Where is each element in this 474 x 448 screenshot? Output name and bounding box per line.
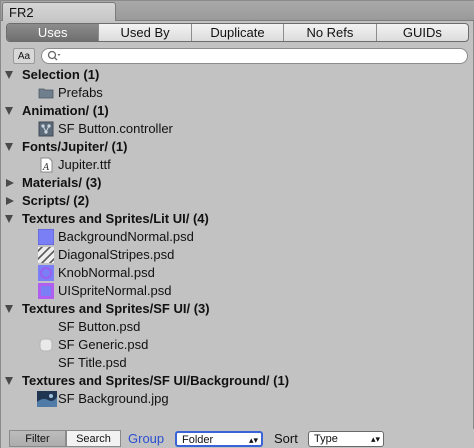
tree-group-row[interactable]: Scripts/ (2): [1, 192, 474, 210]
expanded-arrow-icon[interactable]: [5, 71, 13, 79]
tree-group-label: Materials/ (3): [22, 175, 102, 190]
tree-item-row[interactable]: Prefabs: [1, 84, 474, 102]
folder-icon: [38, 85, 54, 101]
tree-item-row[interactable]: SF Background.jpg: [1, 390, 474, 408]
tree-item-row[interactable]: SF Button.controller: [1, 120, 474, 138]
tree-item-row[interactable]: SF Title.psd: [1, 354, 474, 372]
sort-dropdown-value: Type: [314, 433, 338, 445]
animator-controller-icon: [38, 121, 54, 137]
tree-group-label: Textures and Sprites/Lit UI/ (4): [22, 211, 209, 226]
tab-no-refs[interactable]: No Refs: [283, 24, 375, 41]
tab-duplicate[interactable]: Duplicate: [190, 24, 283, 41]
tree-item-row[interactable]: UISpriteNormal.psd: [1, 282, 474, 300]
tree-item-row[interactable]: SF Button.psd: [1, 318, 474, 336]
blank-sprite-icon: [38, 319, 54, 335]
rounded-sprite-icon: [38, 337, 54, 353]
tree-item-label: SF Background.jpg: [58, 391, 169, 406]
tree-group-label: Textures and Sprites/SF UI/Background/ (…: [22, 373, 290, 388]
tree-group-label: Animation/ (1): [22, 103, 109, 118]
window-title-tab[interactable]: FR2: [2, 2, 116, 21]
tree-item-label: Jupiter.ttf: [58, 157, 111, 172]
filter-button[interactable]: Filter: [9, 430, 66, 447]
group-dropdown[interactable]: Folder ▴▾: [175, 431, 263, 447]
texture-blue-icon: [37, 228, 55, 246]
tree-item-row[interactable]: A Jupiter.ttf: [1, 156, 474, 174]
group-dropdown-value: Folder: [182, 434, 214, 446]
tree-group-label: Textures and Sprites/SF UI/ (3): [22, 301, 210, 316]
collapsed-arrow-icon[interactable]: [6, 179, 14, 187]
tree-item-row[interactable]: DiagonalStripes.psd: [1, 240, 474, 270]
svg-text:A: A: [42, 163, 50, 173]
tree-item-label: SF Generic.psd: [58, 337, 149, 352]
mode-tabs: Uses Used By Duplicate No Refs GUIDs: [6, 23, 469, 42]
tree-group-row[interactable]: Textures and Sprites/SF UI/ (3): [1, 300, 474, 318]
tree-item-label: BackgroundNormal.psd: [58, 229, 194, 244]
expanded-arrow-icon[interactable]: [5, 107, 13, 115]
tree-group-row[interactable]: Fonts/Jupiter/ (1): [1, 138, 474, 156]
sort-label: Sort: [274, 431, 298, 446]
expanded-arrow-icon[interactable]: [5, 143, 13, 151]
tree-group-label: Fonts/Jupiter/ (1): [22, 139, 128, 154]
background-image-icon: [37, 391, 57, 407]
tree-item-row[interactable]: BackgroundNormal.psd: [1, 228, 474, 246]
search-row: Aa: [1, 46, 474, 66]
tree-item-label: Prefabs: [58, 85, 103, 100]
search-button[interactable]: Search: [66, 430, 121, 447]
case-sensitive-toggle[interactable]: Aa: [13, 48, 35, 64]
tree-group-label: Selection (1): [22, 67, 100, 82]
texture-knob-icon: [38, 265, 54, 281]
tree-group-row[interactable]: Animation/ (1): [1, 102, 474, 120]
tree-item-label: KnobNormal.psd: [58, 265, 155, 280]
fr2-window: FR2 Uses Used By Duplicate No Refs GUIDs…: [0, 0, 474, 448]
search-input[interactable]: [41, 48, 468, 64]
tab-used-by[interactable]: Used By: [98, 24, 190, 41]
bottom-toolbar: Filter Search Group Folder ▴▾ Sort Type …: [1, 429, 474, 448]
texture-stripes-icon: [31, 240, 61, 270]
tree-item-label: UISpriteNormal.psd: [58, 283, 172, 298]
tree-item-label: SF Title.psd: [58, 355, 127, 370]
tree-item-label: SF Button.controller: [58, 121, 173, 136]
tree-group-label: Scripts/ (2): [22, 193, 90, 208]
tree-group-row[interactable]: Textures and Sprites/SF UI/Background/ (…: [1, 372, 474, 390]
tree-group-row[interactable]: Materials/ (3): [1, 174, 474, 192]
tree-group-row[interactable]: Selection (1): [1, 66, 474, 84]
blank-sprite-icon: [38, 355, 54, 371]
expanded-arrow-icon[interactable]: [5, 305, 13, 313]
group-label: Group: [128, 431, 165, 446]
reference-tree: Selection (1) Prefabs Animation/ (1) SF But…: [1, 66, 474, 426]
tree-item-label: DiagonalStripes.psd: [58, 247, 175, 262]
tree-item-row[interactable]: KnobNormal.psd: [1, 264, 474, 282]
font-file-icon: A: [38, 157, 54, 173]
collapsed-arrow-icon[interactable]: [6, 197, 14, 205]
dropdown-arrows-icon: ▴▾: [248, 435, 258, 445]
title-bar: FR2: [1, 1, 474, 21]
expanded-arrow-icon[interactable]: [5, 377, 13, 385]
search-icon: [47, 50, 61, 61]
tree-item-label: SF Button.psd: [58, 319, 141, 334]
tree-group-row[interactable]: Textures and Sprites/Lit UI/ (4): [1, 210, 474, 228]
tab-guids[interactable]: GUIDs: [375, 24, 468, 41]
tree-item-row[interactable]: SF Generic.psd: [1, 336, 474, 354]
expanded-arrow-icon[interactable]: [5, 215, 13, 223]
dropdown-arrows-icon: ▴▾: [370, 434, 380, 444]
texture-sprite-icon: [38, 283, 54, 299]
tab-uses[interactable]: Uses: [7, 24, 99, 41]
sort-dropdown[interactable]: Type ▴▾: [308, 431, 384, 447]
